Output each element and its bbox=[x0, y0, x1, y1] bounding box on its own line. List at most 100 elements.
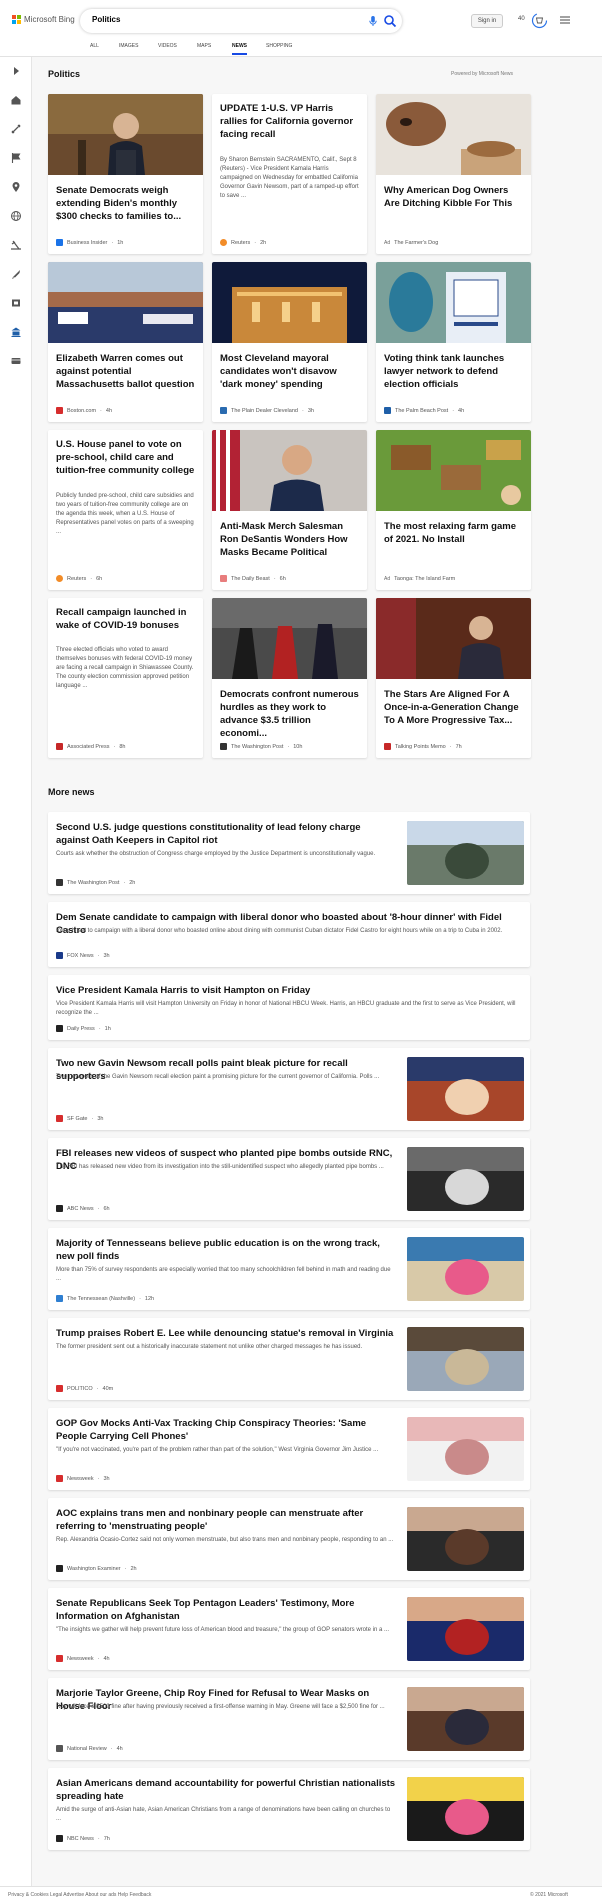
more-news-item[interactable]: FBI releases new videos of suspect who p… bbox=[48, 1138, 530, 1220]
bank-icon[interactable] bbox=[10, 326, 22, 338]
news-thumbnail[interactable] bbox=[407, 1777, 524, 1841]
more-news-item[interactable]: Marjorie Taylor Greene, Chip Roy Fined f… bbox=[48, 1678, 530, 1760]
expand-icon[interactable] bbox=[10, 65, 22, 77]
news-thumbnail[interactable] bbox=[407, 1237, 524, 1301]
timestamp: 2h bbox=[260, 239, 267, 246]
more-news-item[interactable]: Asian Americans demand accountability fo… bbox=[48, 1768, 530, 1850]
news-title[interactable]: Second U.S. judge questions constitution… bbox=[56, 821, 396, 847]
home-icon[interactable] bbox=[10, 94, 22, 106]
news-thumbnail[interactable] bbox=[407, 1687, 524, 1751]
search-input[interactable] bbox=[92, 15, 292, 24]
card-title[interactable]: The most relaxing farm game of 2021. No … bbox=[384, 520, 524, 546]
news-card[interactable]: Elizabeth Warren comes out against poten… bbox=[48, 262, 203, 422]
film-icon[interactable] bbox=[10, 297, 22, 309]
dot: · bbox=[90, 575, 93, 582]
news-card[interactable]: Most Cleveland mayoral candidates won't … bbox=[212, 262, 367, 422]
news-thumbnail[interactable] bbox=[407, 821, 524, 885]
card-title[interactable]: Anti-Mask Merch Salesman Ron DeSantis Wo… bbox=[220, 520, 360, 559]
news-title[interactable]: Vice President Kamala Harris to visit Ha… bbox=[56, 984, 522, 997]
money-icon[interactable] bbox=[10, 355, 22, 367]
news-card[interactable]: Anti-Mask Merch Salesman Ron DeSantis Wo… bbox=[212, 430, 367, 590]
flag-icon[interactable] bbox=[10, 152, 22, 164]
rewards-icon[interactable] bbox=[531, 12, 548, 29]
source-logo-icon bbox=[56, 1025, 63, 1032]
bing-logo[interactable]: Microsoft Bing bbox=[12, 15, 75, 24]
news-card[interactable]: Senate Democrats weigh extending Biden's… bbox=[48, 94, 203, 254]
news-title[interactable]: Majority of Tennesseans believe public e… bbox=[56, 1237, 396, 1263]
more-news-item[interactable]: Senate Republicans Seek Top Pentagon Lea… bbox=[48, 1588, 530, 1670]
search-icon[interactable] bbox=[383, 14, 397, 28]
card-source: The Daily Beast · 6h bbox=[220, 575, 286, 582]
more-news-item[interactable]: Two new Gavin Newsom recall polls paint … bbox=[48, 1048, 530, 1130]
news-thumbnail[interactable] bbox=[407, 1507, 524, 1571]
card-title[interactable]: Democrats confront numerous hurdles as t… bbox=[220, 688, 360, 740]
card-source: Associated Press · 8h bbox=[56, 743, 125, 750]
more-news-item[interactable]: AOC explains trans men and nonbinary peo… bbox=[48, 1498, 530, 1580]
scope-tabs: ALL IMAGES VIDEOS MAPS NEWS SHOPPING bbox=[0, 40, 602, 57]
card-title[interactable]: Most Cleveland mayoral candidates won't … bbox=[220, 352, 360, 391]
location-icon[interactable] bbox=[10, 181, 22, 193]
tab-news[interactable]: NEWS bbox=[232, 43, 247, 55]
news-title[interactable]: AOC explains trans men and nonbinary peo… bbox=[56, 1507, 396, 1533]
tab-shopping[interactable]: SHOPPING bbox=[266, 43, 292, 49]
ad-card[interactable]: Why American Dog Owners Are Ditching Kib… bbox=[376, 94, 531, 254]
news-title[interactable]: Asian Americans demand accountability fo… bbox=[56, 1777, 396, 1803]
news-source: National Review · 4h bbox=[56, 1745, 123, 1752]
news-title[interactable]: GOP Gov Mocks Anti-Vax Tracking Chip Con… bbox=[56, 1417, 396, 1443]
card-title[interactable]: UPDATE 1-U.S. VP Harris rallies for Cali… bbox=[220, 102, 360, 141]
timestamp: 8h bbox=[119, 743, 126, 750]
card-title[interactable]: Why American Dog Owners Are Ditching Kib… bbox=[384, 184, 524, 210]
news-thumbnail[interactable] bbox=[407, 1327, 524, 1391]
card-source: Boston.com · 4h bbox=[56, 407, 112, 414]
ad-card[interactable]: The most relaxing farm game of 2021. No … bbox=[376, 430, 531, 590]
card-title[interactable]: Senate Democrats weigh extending Biden's… bbox=[56, 184, 196, 223]
news-source: The Washington Post · 2h bbox=[56, 879, 135, 886]
tab-images[interactable]: IMAGES bbox=[119, 43, 138, 49]
timestamp: 1h bbox=[117, 239, 124, 246]
rewards-points[interactable]: 40 bbox=[518, 16, 525, 22]
news-thumbnail[interactable] bbox=[407, 1057, 524, 1121]
more-news-item[interactable]: Second U.S. judge questions constitution… bbox=[48, 812, 530, 894]
card-image-dog bbox=[376, 94, 531, 175]
sports-icon[interactable] bbox=[10, 123, 22, 135]
hamburger-icon[interactable] bbox=[559, 14, 571, 26]
news-card[interactable]: U.S. House panel to vote on pre-school, … bbox=[48, 430, 203, 590]
timestamp: 40m bbox=[102, 1385, 114, 1392]
card-title[interactable]: The Stars Are Aligned For A Once-in-a-Ge… bbox=[384, 688, 524, 727]
timestamp: 1h bbox=[104, 1025, 111, 1032]
card-image-capitol-press bbox=[376, 598, 531, 679]
source-name: Reuters bbox=[67, 575, 87, 582]
more-news-item[interactable]: Dem Senate candidate to campaign with li… bbox=[48, 902, 530, 967]
mic-icon[interactable] bbox=[367, 15, 379, 27]
more-news-item[interactable]: Majority of Tennesseans believe public e… bbox=[48, 1228, 530, 1310]
card-title[interactable]: Elizabeth Warren comes out against poten… bbox=[56, 352, 196, 391]
news-card[interactable]: Recall campaign launched in wake of COVI… bbox=[48, 598, 203, 758]
card-title[interactable]: U.S. House panel to vote on pre-school, … bbox=[56, 438, 196, 477]
card-title[interactable]: Recall campaign launched in wake of COVI… bbox=[56, 606, 196, 632]
news-thumbnail[interactable] bbox=[407, 1597, 524, 1661]
news-title[interactable]: Trump praises Robert E. Lee while denoun… bbox=[56, 1327, 396, 1340]
more-news-item[interactable]: Trump praises Robert E. Lee while denoun… bbox=[48, 1318, 530, 1400]
source-name: Associated Press bbox=[67, 743, 110, 750]
news-thumbnail[interactable] bbox=[407, 1417, 524, 1481]
card-title[interactable]: Voting think tank launches lawyer networ… bbox=[384, 352, 524, 391]
news-card[interactable]: Democrats confront numerous hurdles as t… bbox=[212, 598, 367, 758]
sign-in-button[interactable]: Sign in bbox=[471, 14, 503, 28]
globe-icon[interactable] bbox=[10, 210, 22, 222]
tab-videos[interactable]: VIDEOS bbox=[158, 43, 177, 49]
more-news-item[interactable]: Vice President Kamala Harris to visit Ha… bbox=[48, 975, 530, 1040]
rocket-icon[interactable] bbox=[10, 268, 22, 280]
source-logo-icon bbox=[56, 952, 63, 959]
more-news-item[interactable]: GOP Gov Mocks Anti-Vax Tracking Chip Con… bbox=[48, 1408, 530, 1490]
news-card[interactable]: UPDATE 1-U.S. VP Harris rallies for Cali… bbox=[212, 94, 367, 254]
footer-links[interactable]: Privacy & Cookies Legal Advertise About … bbox=[8, 1892, 151, 1898]
news-thumbnail[interactable] bbox=[407, 1147, 524, 1211]
tab-all[interactable]: ALL bbox=[90, 43, 99, 49]
tab-maps[interactable]: MAPS bbox=[197, 43, 211, 49]
source-logo-icon bbox=[56, 1115, 63, 1122]
news-card[interactable]: Voting think tank launches lawyer networ… bbox=[376, 262, 531, 422]
scales-icon[interactable] bbox=[10, 239, 22, 251]
news-title[interactable]: Senate Republicans Seek Top Pentagon Lea… bbox=[56, 1597, 396, 1623]
news-card[interactable]: The Stars Are Aligned For A Once-in-a-Ge… bbox=[376, 598, 531, 758]
dot: · bbox=[97, 952, 100, 959]
